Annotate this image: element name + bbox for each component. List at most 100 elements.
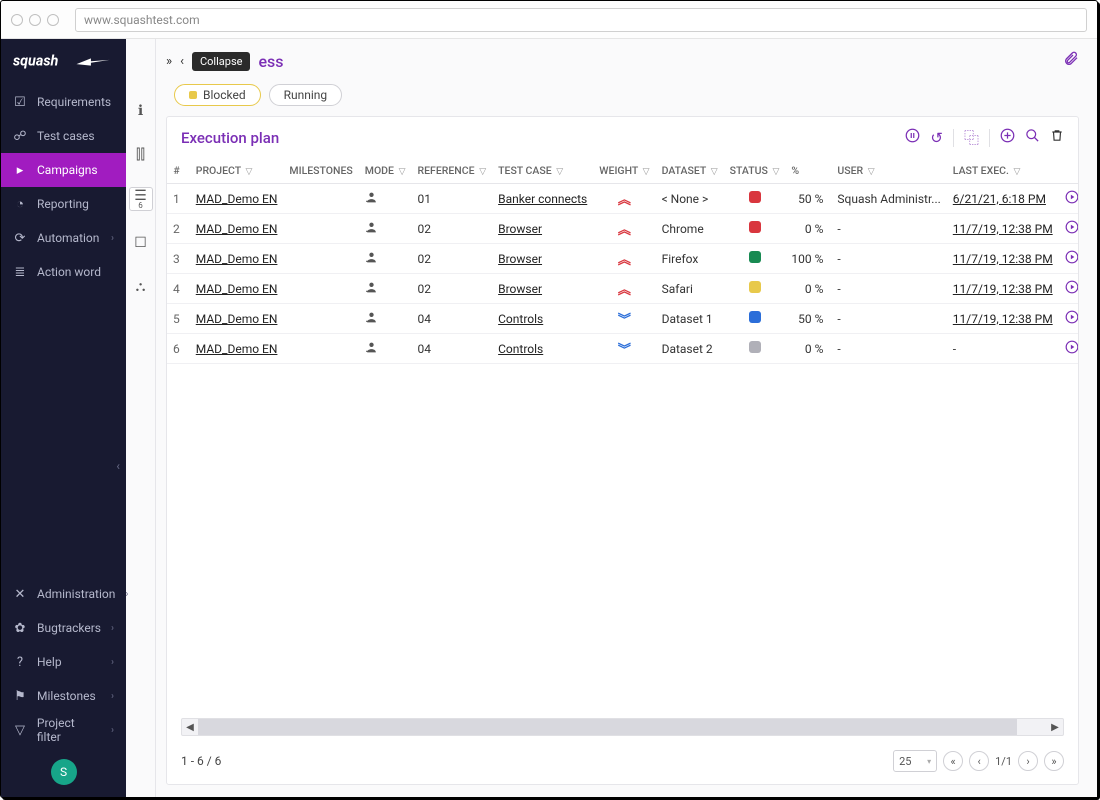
window-min-dot[interactable] [29,14,41,26]
testcase-link[interactable]: Controls [498,342,543,356]
sidebar-item-test-cases[interactable]: ☍Test cases [1,119,126,153]
row-play-button[interactable] [1065,222,1078,238]
project-link[interactable]: MAD_Demo EN [196,342,278,356]
status-pill-running[interactable]: Running [269,84,343,106]
copy-icon[interactable]: ⿻ [964,127,979,148]
attachment-icon[interactable] [1063,49,1079,74]
window-max-dot[interactable] [47,14,59,26]
page-last-button[interactable]: » [1044,751,1064,771]
search-icon[interactable] [1025,128,1040,147]
sidebar-item-reporting[interactable]: ◔Reporting [1,187,126,221]
column-header[interactable]: MODE ▽ [359,158,412,184]
last-exec-link[interactable]: 11/7/19, 12:38 PM [953,252,1053,266]
table-row[interactable]: 1MAD_Demo EN01Banker connects︽< None >50… [167,184,1078,214]
sidebar-item-bugtrackers[interactable]: ✿Bugtrackers› [1,611,126,645]
last-exec-link[interactable]: 6/21/21, 6:18 PM [953,192,1046,206]
status-pill-blocked[interactable]: Blocked [174,84,261,106]
sidebar-item-automation[interactable]: ⟳Automation› [1,221,126,255]
chevron-right-icon: › [111,233,114,244]
table-row[interactable]: 3MAD_Demo EN02Browser︽Firefox100 %-11/7/… [167,244,1078,274]
window-close-dot[interactable] [11,14,23,26]
project-link[interactable]: MAD_Demo EN [196,282,278,296]
column-header[interactable]: PROJECT ▽ [190,158,284,184]
filter-icon[interactable]: ▽ [399,167,406,177]
mode-manual-icon [365,313,378,327]
row-play-button[interactable] [1065,282,1078,298]
sidebar-item-administration[interactable]: ✕Administration› [1,577,126,611]
page-prev-button[interactable]: ‹ [969,751,989,771]
sidebar-collapse-chevron-icon[interactable]: ‹ [116,459,120,473]
table-row[interactable]: 2MAD_Demo EN02Browser︽Chrome0 %-11/7/19,… [167,214,1078,244]
dataset-cell: < None > [656,184,724,214]
last-exec-cell: 6/21/21, 6:18 PM [947,184,1059,214]
nav-icon: ☍ [13,129,27,144]
testcase-link[interactable]: Controls [498,312,543,326]
last-exec-link[interactable]: 11/7/19, 12:38 PM [953,282,1053,296]
nav-icon: ▽ [13,723,27,738]
rail-bug-button[interactable]: ⛬ [129,275,153,299]
filter-icon[interactable]: ▽ [479,167,486,177]
table-row[interactable]: 6MAD_Demo EN04Controls︾Dataset 20 %-- [167,334,1078,364]
page-first-button[interactable]: « [943,751,963,771]
column-header[interactable]: WEIGHT ▽ [593,158,655,184]
pause-icon[interactable] [905,128,920,147]
collapse-toggle-icon[interactable]: » [166,54,172,69]
sidebar-item-requirements[interactable]: ☑Requirements [1,85,126,119]
project-link[interactable]: MAD_Demo EN [196,312,278,326]
rail-box-button[interactable]: ☐ [129,231,153,255]
column-header[interactable]: LAST EXEC. ▽ [947,158,1059,184]
url-bar[interactable]: www.squashtest.com [75,8,1087,32]
column-header[interactable]: MILESTONES [283,158,358,184]
last-exec-link[interactable]: 11/7/19, 12:38 PM [953,312,1053,326]
column-header[interactable]: % [785,158,831,184]
row-play-button[interactable] [1065,192,1078,208]
table-row[interactable]: 5MAD_Demo EN04Controls︾Dataset 150 %-11/… [167,304,1078,334]
column-label: # [173,164,179,177]
last-exec-cell: 11/7/19, 12:38 PM [947,244,1059,274]
scroll-right-icon[interactable]: ▶ [1047,722,1063,733]
delete-icon[interactable] [1050,128,1064,147]
horizontal-scrollbar[interactable]: ◀ ▶ [181,718,1064,736]
filter-icon[interactable]: ▽ [1014,167,1021,177]
rail-chart-button[interactable]: ⫿⫿ [129,143,153,167]
page-size-select[interactable]: 25▾ [893,750,937,772]
filter-icon[interactable]: ▽ [556,167,563,177]
last-exec-link[interactable]: 11/7/19, 12:38 PM [953,222,1053,236]
row-play-button[interactable] [1065,252,1078,268]
filter-icon[interactable]: ▽ [772,167,779,177]
page-next-button[interactable]: › [1018,751,1038,771]
column-header[interactable]: DATASET ▽ [656,158,724,184]
sidebar-item-project-filter[interactable]: ▽Project filter› [1,713,126,747]
testcase-link[interactable]: Browser [498,252,542,266]
filter-icon[interactable]: ▽ [643,167,650,177]
sidebar-item-help[interactable]: ?Help› [1,645,126,679]
nav-icon: ☑ [13,95,27,110]
scroll-left-icon[interactable]: ◀ [182,722,198,733]
column-header[interactable]: USER ▽ [831,158,946,184]
sidebar-item-action-word[interactable]: ≣Action word [1,255,126,289]
column-header[interactable]: TEST CASE ▽ [492,158,593,184]
history-icon[interactable]: ↺ [930,129,943,147]
project-link[interactable]: MAD_Demo EN [196,222,278,236]
row-play-button[interactable] [1065,342,1078,358]
project-link[interactable]: MAD_Demo EN [196,252,278,266]
column-header[interactable]: # [167,158,190,184]
rail-list-button[interactable]: ☰6 [129,187,153,211]
collapse-chevron-icon[interactable]: ‹ [180,54,184,69]
filter-icon[interactable]: ▽ [868,167,875,177]
project-link[interactable]: MAD_Demo EN [196,192,278,206]
sidebar-item-milestones[interactable]: ⚑Milestones› [1,679,126,713]
sidebar-item-campaigns[interactable]: ▸Campaigns [1,153,126,187]
rail-info-button[interactable]: ℹ [129,99,153,123]
testcase-link[interactable]: Browser [498,222,542,236]
add-icon[interactable] [1000,128,1015,147]
column-header[interactable]: REFERENCE ▽ [412,158,493,184]
filter-icon[interactable]: ▽ [246,167,253,177]
table-row[interactable]: 4MAD_Demo EN02Browser︽Safari0 %-11/7/19,… [167,274,1078,304]
row-play-button[interactable] [1065,312,1078,328]
column-header[interactable]: STATUS ▽ [724,158,786,184]
avatar[interactable]: S [51,759,77,785]
testcase-link[interactable]: Banker connects [498,192,587,206]
testcase-link[interactable]: Browser [498,282,542,296]
filter-icon[interactable]: ▽ [711,167,718,177]
